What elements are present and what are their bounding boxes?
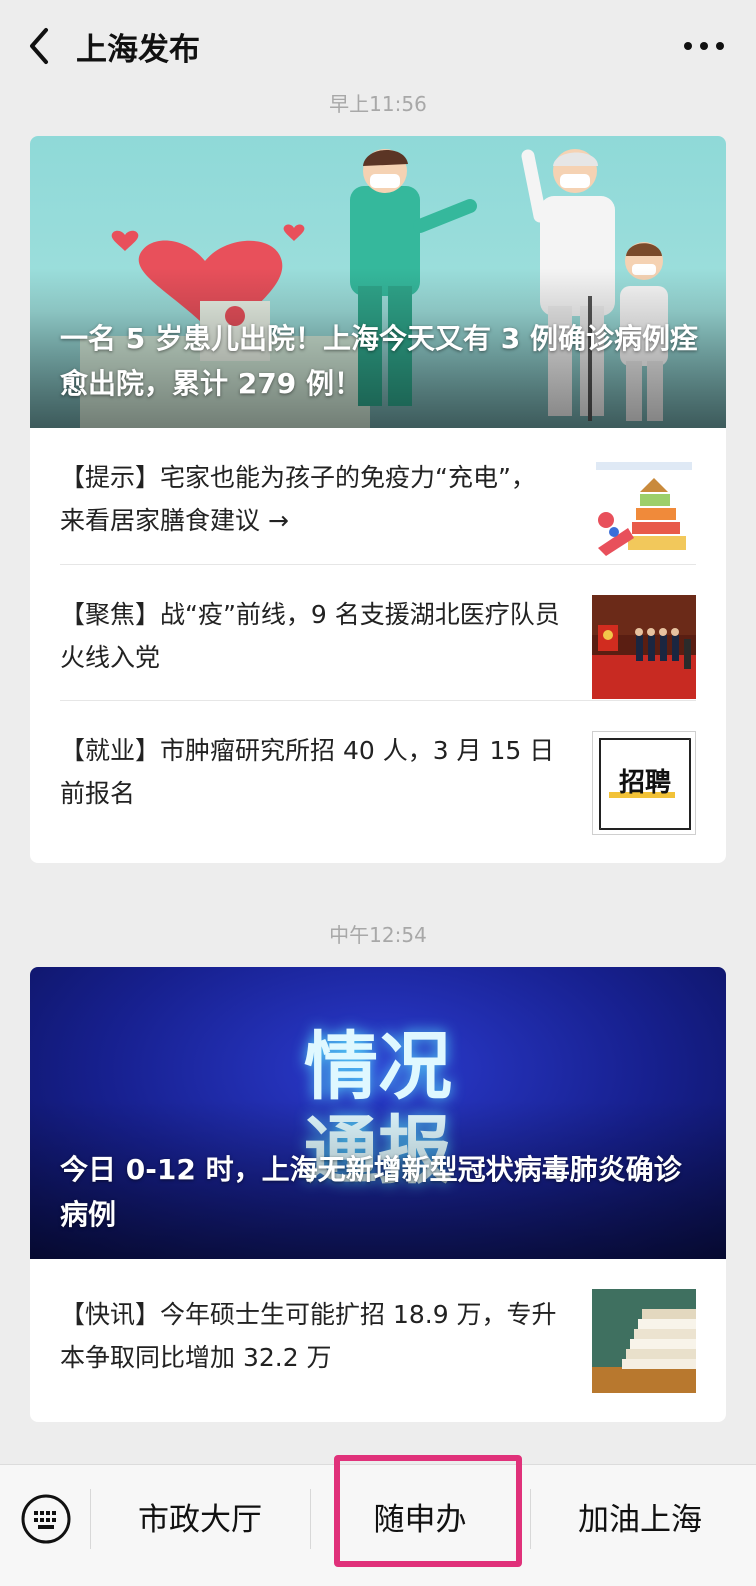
list-item-text: 【快讯】今年硕士生可能扩招 18.9 万，专升本争取同比增加 32.2 万	[60, 1300, 557, 1372]
hero-headline: 一名 5 岁患儿出院！上海今天又有 3 例确诊病例痊愈出院，累计 279 例！	[60, 322, 698, 400]
recruitment-thumbnail: 招聘	[592, 731, 696, 835]
list-item-text: 【聚焦】战“疫”前线，9 名支援湖北医疗队员火线入党	[60, 600, 560, 672]
hero-headline: 今日 0-12 时，上海无新增新型冠状病毒肺炎确诊病例	[60, 1153, 682, 1231]
ceremony-photo-thumbnail	[592, 595, 696, 699]
highlight-frame	[334, 1455, 522, 1567]
list-item[interactable]: 【快讯】今年硕士生可能扩招 18.9 万，专升本争取同比增加 32.2 万	[60, 1259, 696, 1395]
food-pyramid-thumbnail	[592, 458, 696, 562]
list-item[interactable]: 【提示】宅家也能为孩子的免疫力“充电”，来看居家膳食建议 →	[60, 428, 696, 564]
message-timestamp: 早上11:56	[329, 92, 427, 116]
list-item[interactable]: 【聚焦】战“疫”前线，9 名支援湖北医疗队员火线入党	[60, 564, 696, 700]
message-timestamp: 中午12:54	[329, 923, 427, 947]
hero-article[interactable]: 情况 通报 今日 0-12 时，上海无新增新型冠状病毒肺炎确诊病例	[30, 967, 726, 1259]
list-item-text: 【提示】宅家也能为孩子的免疫力“充电”，来看居家膳食建议 →	[60, 463, 536, 535]
chevron-left-icon[interactable]	[22, 22, 62, 70]
list-item[interactable]: 【就业】市肿瘤研究所招 40 人，3 月 15 日前报名 招聘	[60, 700, 696, 836]
recruitment-thumb-text: 招聘	[618, 768, 671, 798]
menu-item-city-hall[interactable]: 市政大厅	[90, 1465, 310, 1575]
menu-item-jiayou-shanghai[interactable]: 加油上海	[530, 1465, 750, 1575]
more-dots-icon[interactable]	[682, 34, 726, 58]
keyboard-icon[interactable]	[20, 1493, 72, 1545]
page-title: 上海发布	[76, 32, 200, 68]
article-card: 情况 通报 今日 0-12 时，上海无新增新型冠状病毒肺炎确诊病例 【快讯】今年…	[30, 967, 726, 1422]
article-card: 一名 5 岁患儿出院！上海今天又有 3 例确诊病例痊愈出院，累计 279 例！ …	[30, 136, 726, 863]
top-bar: 上海发布	[0, 0, 756, 92]
list-item-text: 【就业】市肿瘤研究所招 40 人，3 月 15 日前报名	[60, 736, 555, 808]
hero-article[interactable]: 一名 5 岁患儿出院！上海今天又有 3 例确诊病例痊愈出院，累计 279 例！	[30, 136, 726, 428]
books-thumbnail	[592, 1289, 696, 1393]
